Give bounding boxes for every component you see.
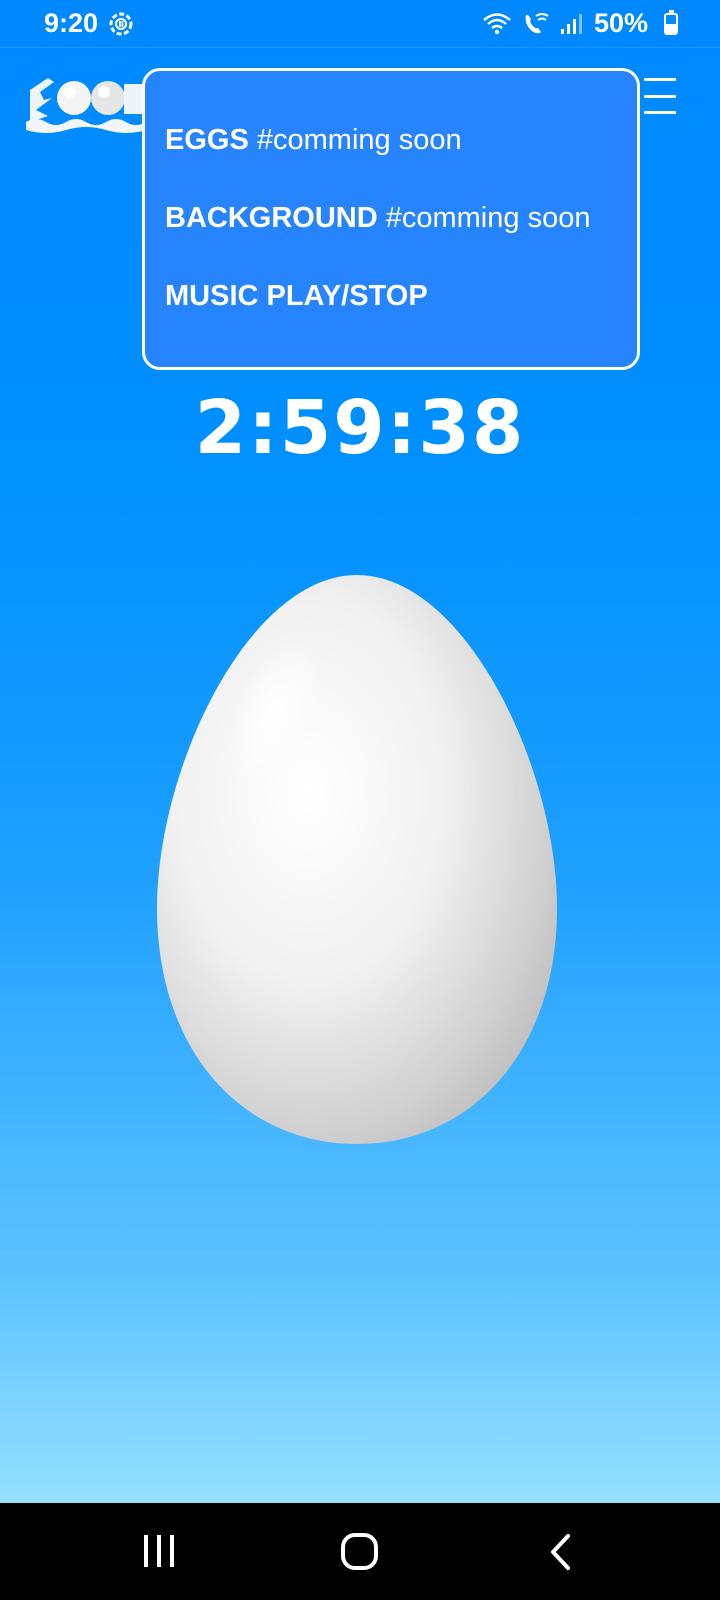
signal-icon bbox=[560, 13, 584, 35]
status-time: 9:20 bbox=[44, 8, 99, 38]
menu-item-music[interactable]: MUSIC PLAY/STOP bbox=[165, 277, 637, 315]
menu-item-note: #comming soon bbox=[256, 124, 462, 156]
status-right: 50% bbox=[482, 8, 678, 39]
sync-icon bbox=[108, 11, 134, 37]
wifi-icon bbox=[482, 12, 512, 36]
eggs-logo-icon[interactable] bbox=[26, 70, 156, 140]
menu-line bbox=[644, 111, 676, 114]
egg-image[interactable] bbox=[154, 573, 560, 1146]
wifi-calling-icon bbox=[522, 12, 550, 36]
back-icon[interactable] bbox=[548, 1533, 574, 1576]
status-left: 9:20 bbox=[44, 8, 134, 39]
menu-item-label: BACKGROUND bbox=[165, 202, 378, 234]
navigation-bar bbox=[0, 1503, 720, 1600]
home-icon[interactable] bbox=[340, 1533, 380, 1576]
menu-item-note: #comming soon bbox=[385, 202, 591, 234]
status-bar: 9:20 50% bbox=[0, 0, 720, 48]
menu-item-label: EGGS bbox=[165, 124, 249, 156]
battery-level bbox=[666, 23, 676, 33]
battery-icon bbox=[664, 9, 678, 35]
recent-apps-icon[interactable] bbox=[142, 1533, 176, 1574]
menu-item-background[interactable]: BACKGROUND #comming soon bbox=[165, 199, 637, 237]
menu-line bbox=[644, 94, 676, 98]
countdown-timer: 2:59:38 bbox=[194, 385, 526, 471]
menu-line bbox=[644, 78, 676, 81]
menu-item-eggs[interactable]: EGGS #comming soon bbox=[165, 121, 637, 159]
dropdown-menu: EGGS #comming soon BACKGROUND #comming s… bbox=[142, 68, 640, 370]
battery-percent: 50% bbox=[593, 8, 648, 38]
hamburger-menu-icon[interactable] bbox=[644, 78, 684, 114]
menu-item-label: MUSIC PLAY/STOP bbox=[165, 280, 428, 312]
